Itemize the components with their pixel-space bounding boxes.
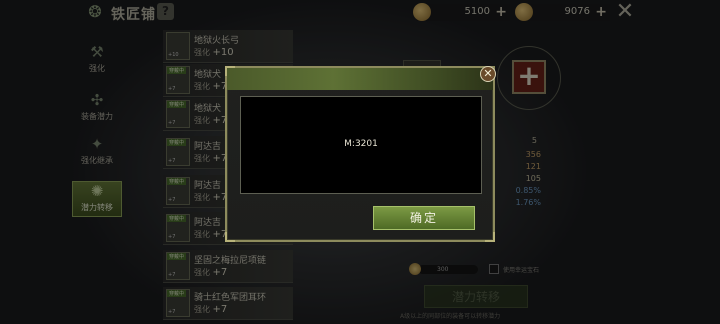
corner-ornament	[225, 232, 235, 242]
message-dialog: ✕ M:3201 确定	[225, 66, 496, 242]
corner-ornament	[485, 232, 495, 242]
message-box: M:3201	[240, 96, 482, 194]
dialog-header	[227, 68, 493, 90]
dialog-close-button[interactable]: ✕	[480, 66, 496, 82]
confirm-button[interactable]: 确定	[373, 206, 475, 230]
dialog-message: M:3201	[344, 139, 378, 149]
corner-ornament	[225, 66, 235, 76]
forge-screen: ❂ 铁匠铺 ? 5100 + 9076 + ✕ ⚒ 强化 ✣ 装备潜力 ✦ 强化…	[0, 0, 720, 324]
